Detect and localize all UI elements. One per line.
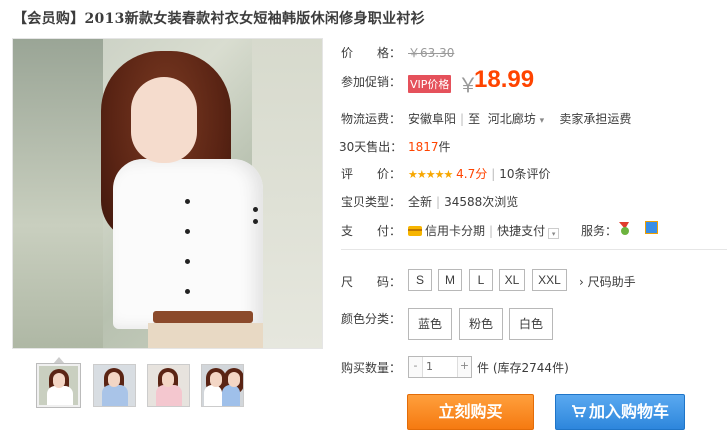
thumbnail-1[interactable] xyxy=(36,363,81,408)
rating-label: 评 价： xyxy=(341,167,402,181)
quantity-stepper: - 1 + xyxy=(408,356,472,378)
credit-installment[interactable]: 信用卡分期 xyxy=(425,224,485,238)
view-count: 34588次浏览 xyxy=(444,195,519,209)
quantity-label: 购买数量： xyxy=(341,361,402,375)
size-option-xxl[interactable]: XXL xyxy=(532,269,567,291)
model-belt xyxy=(153,311,253,323)
stock-count: (库存2744件) xyxy=(492,361,569,375)
shirt-button xyxy=(185,199,190,204)
promo-price: 18.99 xyxy=(474,66,535,93)
product-title: 【会员购】2013新款女装春款衬衣女短袖韩版休闲修身职业衬衫 xyxy=(13,11,425,27)
service-label: 服务： xyxy=(581,224,618,238)
review-count-link[interactable]: 10条评价 xyxy=(499,167,550,181)
shipping-fee: 卖家承担运费 xyxy=(559,112,632,126)
add-to-cart-button[interactable]: 加入购物车 xyxy=(555,394,685,430)
credit-card-icon xyxy=(408,226,422,236)
thumbnail-3[interactable] xyxy=(147,364,190,407)
shirt-button xyxy=(185,259,190,264)
shipping-label: 物流运费： xyxy=(341,112,402,126)
model-shirt xyxy=(113,159,263,329)
thumbnail-4[interactable] xyxy=(201,364,244,407)
model-pants xyxy=(148,323,263,348)
payment-label: 支 付： xyxy=(341,224,402,238)
thumbnail-pointer-icon xyxy=(53,357,65,364)
shipping-info: 安徽阜阳 | 至 河北廊坊 ▾ 卖家承担运费 xyxy=(408,112,632,126)
quantity-unit: 件 xyxy=(477,361,490,375)
item-type-label: 宝贝类型： xyxy=(341,195,402,209)
ship-to-prefix: 至 xyxy=(468,112,481,126)
color-label: 颜色分类： xyxy=(341,312,402,326)
main-product-image[interactable] xyxy=(12,38,323,349)
color-option-blue[interactable]: 蓝色 xyxy=(408,308,452,340)
size-option-l[interactable]: L xyxy=(469,269,493,291)
ship-from: 安徽阜阳 xyxy=(408,112,457,126)
chevron-right-icon: › xyxy=(579,275,584,289)
service-guarantee-icon[interactable] xyxy=(617,220,631,236)
size-option-xl[interactable]: XL xyxy=(499,269,525,291)
color-option-white[interactable]: 白色 xyxy=(509,308,553,340)
vip-price-tag: VIP价格 xyxy=(408,75,452,93)
size-option-m[interactable]: M xyxy=(438,269,462,291)
color-option-pink[interactable]: 粉色 xyxy=(459,308,503,340)
original-price: ￥63.30 xyxy=(408,46,455,60)
rating-stars-icon: ★★★★★ xyxy=(408,168,453,181)
quantity-input[interactable]: 1 xyxy=(423,357,457,377)
item-condition: 全新 xyxy=(408,195,433,209)
price-label: 价 格： xyxy=(341,46,402,60)
sales-label: 30天售出： xyxy=(339,140,403,154)
size-helper-link[interactable]: › 尺码助手 xyxy=(579,273,636,290)
image-background-left xyxy=(13,39,103,348)
sales-count: 1817 xyxy=(408,140,439,154)
chevron-down-icon: ▾ xyxy=(539,116,545,126)
section-divider xyxy=(341,249,727,250)
quantity-increase-button[interactable]: + xyxy=(457,357,471,377)
model-face xyxy=(131,77,197,163)
buy-now-button[interactable]: 立刻购买 xyxy=(407,394,534,430)
add-to-cart-label: 加入购物车 xyxy=(588,402,669,421)
payment-expand-icon[interactable]: ▾ xyxy=(548,228,560,239)
service-badge-icon[interactable] xyxy=(645,221,658,234)
sleeve-button xyxy=(253,219,258,224)
shirt-button xyxy=(185,229,190,234)
sales-unit: 件 xyxy=(438,140,451,154)
sleeve-button xyxy=(253,207,258,212)
promo-label: 参加促销： xyxy=(341,75,402,89)
quick-pay[interactable]: 快捷支付 xyxy=(497,224,545,238)
size-label: 尺 码： xyxy=(341,275,402,289)
quantity-decrease-button[interactable]: - xyxy=(409,357,423,377)
size-option-s[interactable]: S xyxy=(408,269,432,291)
shirt-button xyxy=(185,289,190,294)
rating-score: 4.7分 xyxy=(456,167,488,181)
ship-to-dropdown[interactable]: 河北廊坊 ▾ xyxy=(488,112,544,126)
shopping-cart-icon xyxy=(571,405,586,418)
thumbnail-2[interactable] xyxy=(93,364,136,407)
